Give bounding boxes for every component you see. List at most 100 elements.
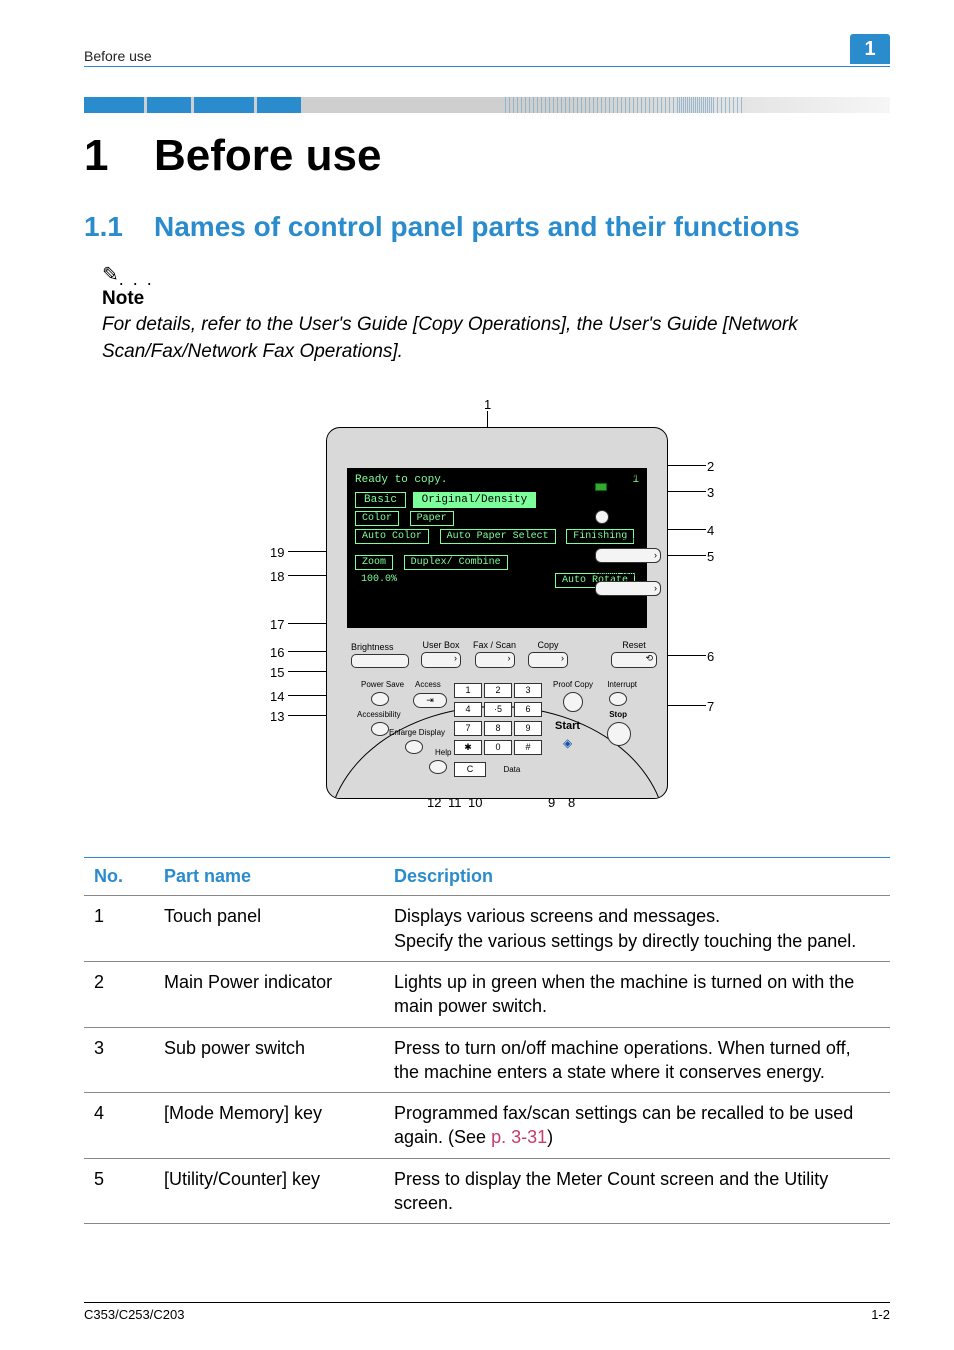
cell-part-name: Touch panel [154,896,384,962]
fax-scan-label: Fax / Scan [473,640,516,650]
lcd-color[interactable]: Color [355,511,399,526]
callout-16: 16 [270,645,284,660]
enlarge-display-key[interactable] [405,740,423,754]
keypad-6[interactable]: 6 [514,702,542,717]
start-led-icon: ◈ [563,736,572,750]
callout-15: 15 [270,665,284,680]
utility-counter-key[interactable]: › [595,581,661,596]
keypad-4[interactable]: 4 [454,702,482,717]
cross-reference-link[interactable]: p. 3-31 [491,1127,547,1147]
fax-scan-key[interactable]: › [475,652,515,668]
table-row: 4[Mode Memory] keyProgrammed fax/scan se… [84,1093,890,1159]
enlarge-display-label: Enlarge Display [389,728,445,737]
lcd-auto-color[interactable]: Auto Color [355,529,429,544]
accessibility-key[interactable] [371,722,389,736]
footer-page: 1-2 [871,1307,890,1322]
user-box-key[interactable]: › [421,652,461,668]
running-header-title: Before use [84,48,152,64]
arrow-right-icon: › [561,653,564,663]
ornament-block [147,97,191,113]
reset-key[interactable]: ⟲ [611,652,657,668]
lcd-zoom[interactable]: Zoom [355,555,393,570]
keypad-3[interactable]: 3 [514,683,542,698]
cell-part-name: [Utility/Counter] key [154,1158,384,1224]
copy-key[interactable]: › [528,652,568,668]
keypad-7[interactable]: 7 [454,721,482,736]
note-body: For details, refer to the User's Guide [… [102,312,890,365]
clear-key[interactable]: C [454,762,486,777]
keypad-2[interactable]: 2 [484,683,512,698]
access-key[interactable]: ⇥ [413,693,447,708]
heading-1-text: Before use [154,131,381,181]
heading-ornament [84,97,890,113]
keypad-9[interactable]: 9 [514,721,542,736]
cell-part-name: Sub power switch [154,1027,384,1093]
mode-memory-label: Mode Memory [595,536,661,545]
power-save-key[interactable] [371,692,389,706]
cell-no: 2 [84,961,154,1027]
keypad-hash[interactable]: # [514,740,542,755]
arrow-right-icon: › [654,550,657,560]
main-power-label: Main Power [595,472,661,481]
brightness-label: Brightness [351,642,394,652]
heading-1: 1 Before use [84,131,890,181]
proof-copy-key[interactable] [563,692,583,712]
running-footer: C353/C253/C203 1-2 [84,1302,890,1322]
ornament-hatch [679,97,715,113]
cell-no: 4 [84,1093,154,1159]
lcd-auto-paper[interactable]: Auto Paper Select [440,529,556,544]
lcd-tab-density[interactable]: Original/Density [413,492,537,508]
col-header-no: No. [84,858,154,896]
cell-no: 3 [84,1027,154,1093]
heading-1-number: 1 [84,131,154,181]
panel-sidebar: Main Power Power Mode Memory › Utility/C… [595,472,661,596]
callout-18: 18 [270,569,284,584]
main-power-led [595,483,607,491]
table-row: 3Sub power switchPress to turn on/off ma… [84,1027,890,1093]
heading-2-text: Names of control panel parts and their f… [154,211,800,243]
proof-copy-label: Proof Copy [553,680,593,689]
keypad-star[interactable]: ✱ [454,740,482,755]
arrow-right-icon: › [454,653,457,663]
keypad-5[interactable]: ·5 [484,702,512,717]
cell-no: 5 [84,1158,154,1224]
lcd-paper[interactable]: Paper [410,511,454,526]
callout-2: 2 [707,459,714,474]
callout-7: 7 [707,699,714,714]
cell-description: Displays various screens and messages.Sp… [384,896,890,962]
accessibility-label: Accessibility [357,710,401,719]
heading-2-number: 1.1 [84,211,154,243]
callout-4: 4 [707,523,714,538]
ornament-block [257,97,301,113]
sub-power-switch[interactable] [595,510,609,524]
interrupt-key[interactable] [609,692,627,706]
start-label: Start [555,720,580,732]
keypad-0[interactable]: 0 [484,740,512,755]
keypad-1[interactable]: 1 [454,683,482,698]
callout-19: 19 [270,545,284,560]
lcd-duplex[interactable]: Duplex/ Combine [404,555,508,570]
callout-17: 17 [270,617,284,632]
utility-counter-label: Utility/Counter [595,569,661,578]
control-panel-diagram: 1 2 3 4 5 6 7 19 18 17 16 15 14 13 12 11… [252,397,722,827]
brightness-slider[interactable] [351,654,409,668]
lower-group: Power Save Access ⇥ Accessibility Enlarg… [367,680,627,798]
lcd-tab-basic[interactable]: Basic [355,492,406,508]
table-row: 2Main Power indicatorLights up in green … [84,961,890,1027]
stop-key[interactable] [607,722,631,746]
keypad-8[interactable]: 8 [484,721,512,736]
heading-2: 1.1 Names of control panel parts and the… [84,211,890,243]
col-header-desc: Description [384,858,890,896]
callout-3: 3 [707,485,714,500]
note-dots: . . . [119,269,154,289]
help-key[interactable] [429,760,447,774]
callout-6: 6 [707,649,714,664]
lcd-zoom-value: 100.0% [355,573,403,586]
stop-label: Stop [609,710,627,719]
mode-tabs-row: Brightness User Box › Fax / Scan › Copy … [351,646,657,668]
note-title: Note [102,288,890,310]
cell-description: Lights up in green when the machine is t… [384,961,890,1027]
chapter-badge: 1 [850,34,890,64]
mode-memory-key[interactable]: › [595,548,661,563]
cell-part-name: [Mode Memory] key [154,1093,384,1159]
